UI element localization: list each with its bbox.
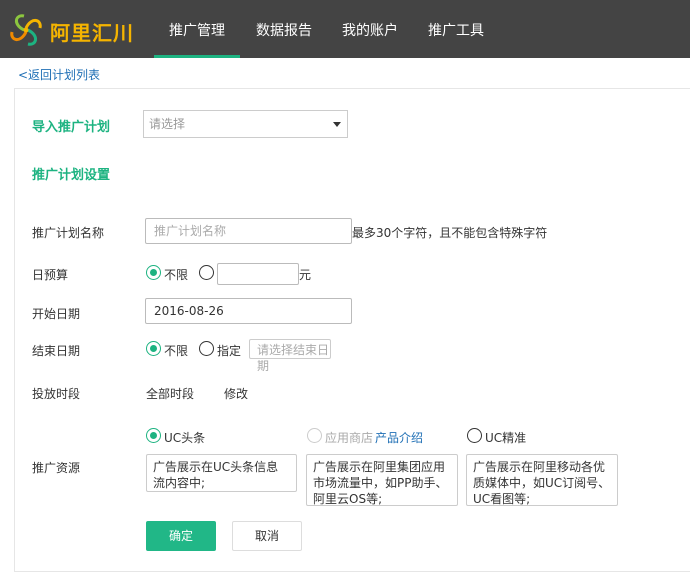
import-plan-select[interactable]: 请选择 (143, 110, 348, 138)
time-slot-modify-link[interactable]: 修改 (224, 385, 248, 402)
resource-uc-headline-desc: 广告展示在UC头条信息流内容中; (146, 454, 297, 492)
nav-data-report[interactable]: 数据报告 (244, 0, 324, 58)
resource-uc-headline-radio[interactable] (146, 428, 161, 443)
top-navbar: 阿里汇川 推广管理 数据报告 我的账户 推广工具 (0, 0, 690, 58)
plan-name-hint: 最多30个字符，且不能包含特殊字符 (352, 226, 548, 240)
start-date-input[interactable] (145, 298, 352, 324)
budget-unlimited-radio[interactable] (146, 265, 161, 280)
plan-name-input[interactable] (145, 218, 352, 244)
logo[interactable]: 阿里汇川 (8, 12, 148, 48)
resource-app-store-desc: 广告展示在阿里集团应用市场流量中，如PP助手、阿里云OS等; (306, 454, 458, 506)
confirm-button[interactable]: 确定 (146, 521, 216, 551)
resource-uc-precise-radio[interactable] (467, 428, 482, 443)
cancel-button[interactable]: 取消 (232, 521, 302, 551)
resource-uc-headline-label: UC头条 (164, 431, 206, 445)
resource-uc-precise-label: UC精准 (485, 431, 527, 445)
end-date-label: 结束日期 (32, 344, 81, 358)
end-date-unlimited-radio[interactable] (146, 341, 161, 356)
end-date-unlimited-label: 不限 (164, 344, 189, 358)
resource-app-store-radio[interactable] (307, 428, 322, 443)
resource-uc-precise-desc: 广告展示在阿里移动各优质媒体中，如UC订阅号、UC看图等; (466, 454, 618, 506)
start-date-label: 开始日期 (32, 307, 81, 321)
product-intro-link[interactable]: 产品介绍 (375, 429, 423, 446)
nav-promotion-tools[interactable]: 推广工具 (416, 0, 496, 58)
nav-my-account[interactable]: 我的账户 (330, 0, 410, 58)
end-date-specify-label: 指定 (217, 344, 242, 358)
import-plan-label: 导入推广计划 (32, 120, 111, 135)
end-date-placeholder: 请选择结束日期 (257, 343, 330, 373)
budget-custom-radio[interactable] (199, 265, 214, 280)
import-plan-select-placeholder: 请选择 (149, 117, 186, 131)
plan-name-label: 推广计划名称 (32, 226, 105, 240)
budget-amount-input[interactable] (217, 263, 299, 285)
daily-budget-label: 日预算 (32, 268, 69, 282)
time-slot-value: 全部时段 (146, 387, 195, 401)
time-slot-label: 投放时段 (32, 387, 81, 401)
budget-unlimited-label: 不限 (164, 268, 189, 282)
plan-settings-title: 推广计划设置 (32, 168, 111, 183)
resources-label: 推广资源 (32, 461, 81, 475)
nav-promotion-management[interactable]: 推广管理 (154, 0, 240, 58)
end-date-specify-radio[interactable] (199, 341, 214, 356)
logo-swirl-icon (10, 14, 42, 46)
budget-unit: 元 (299, 268, 312, 282)
back-to-plan-list-link[interactable]: <返回计划列表 (18, 66, 100, 83)
chevron-down-icon (333, 122, 341, 127)
resource-app-store-label: 应用商店 (325, 431, 374, 445)
logo-text: 阿里汇川 (50, 21, 134, 45)
